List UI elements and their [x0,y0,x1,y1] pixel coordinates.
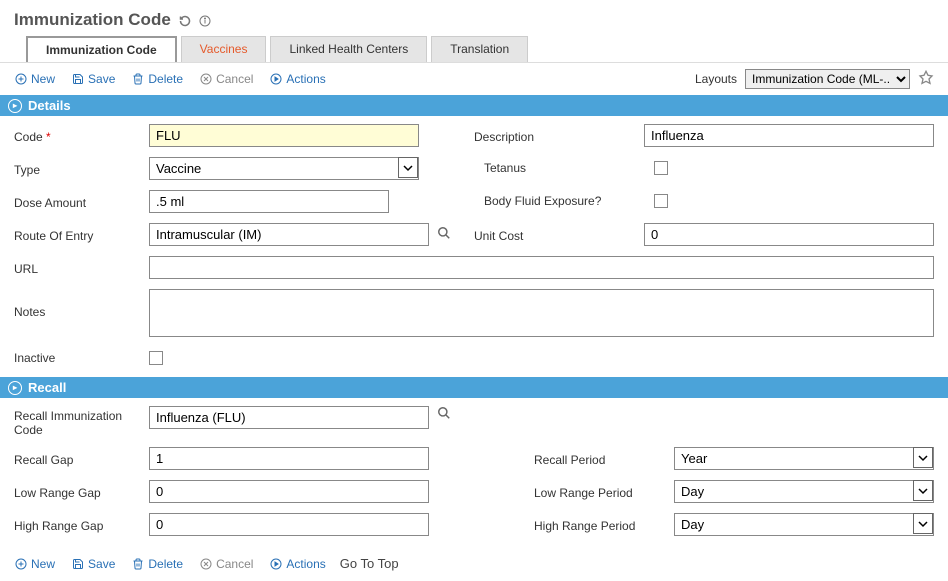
tab-linked-health-centers[interactable]: Linked Health Centers [270,36,427,62]
low-period-label: Low Range Period [534,483,674,500]
new-label: New [31,72,55,86]
trash-icon [131,557,144,570]
plus-icon [14,73,27,86]
delete-button[interactable]: Delete [131,72,183,86]
save-button[interactable]: Save [71,557,115,571]
page-title: Immunization Code [14,10,171,30]
type-select[interactable] [149,157,419,180]
collapse-icon[interactable]: ▸ [8,99,22,113]
play-circle-icon [269,73,282,86]
search-icon[interactable] [437,406,451,423]
url-input[interactable] [149,256,934,279]
new-button[interactable]: New [14,72,55,86]
high-gap-input[interactable] [149,513,429,536]
recall-gap-label: Recall Gap [14,450,149,467]
recall-title: Recall [28,380,66,395]
recall-code-label: Recall Immunization Code [14,406,149,437]
new-label: New [31,557,55,571]
save-icon [71,73,84,86]
high-period-select[interactable] [674,513,934,536]
tetanus-checkbox[interactable] [654,161,668,175]
description-label: Description [474,127,644,144]
cancel-icon [199,557,212,570]
save-icon [71,557,84,570]
delete-label: Delete [148,557,183,571]
cancel-button[interactable]: Cancel [199,72,253,86]
description-input[interactable] [644,124,934,147]
dose-amount-label: Dose Amount [14,193,149,210]
recall-code-input[interactable] [149,406,429,429]
body-fluid-checkbox[interactable] [654,194,668,208]
code-input[interactable] [149,124,419,147]
actions-button[interactable]: Actions [269,72,325,86]
save-label: Save [88,72,115,86]
high-period-label: High Range Period [534,516,674,533]
tab-translation[interactable]: Translation [431,36,528,62]
recall-section-header: ▸ Recall [0,377,948,398]
plus-icon [14,557,27,570]
high-gap-label: High Range Gap [14,516,149,533]
layouts-select[interactable]: Immunization Code (ML-... [745,69,910,89]
recall-period-select[interactable] [674,447,934,470]
tab-immunization-code[interactable]: Immunization Code [26,36,177,62]
chevron-down-icon[interactable] [913,480,933,501]
layouts-label: Layouts [695,72,737,86]
chevron-down-icon[interactable] [913,447,933,468]
details-section-header: ▸ Details [0,95,948,116]
info-icon[interactable] [199,13,211,27]
search-icon[interactable] [437,226,451,243]
cancel-label: Cancel [216,557,253,571]
low-period-select[interactable] [674,480,934,503]
delete-label: Delete [148,72,183,86]
details-title: Details [28,98,71,113]
chevron-down-icon[interactable] [398,157,418,178]
cancel-label: Cancel [216,72,253,86]
type-label: Type [14,160,149,177]
collapse-icon[interactable]: ▸ [8,381,22,395]
route-label: Route Of Entry [14,226,149,243]
dose-amount-input[interactable] [149,190,389,213]
cancel-button[interactable]: Cancel [199,557,253,571]
chevron-down-icon[interactable] [913,513,933,534]
body-fluid-label: Body Fluid Exposure? [484,191,654,208]
save-label: Save [88,557,115,571]
delete-button[interactable]: Delete [131,557,183,571]
trash-icon [131,73,144,86]
tetanus-label: Tetanus [484,158,654,175]
unit-cost-label: Unit Cost [474,226,644,243]
low-gap-input[interactable] [149,480,429,503]
tab-bar: Immunization Code Vaccines Linked Health… [0,36,948,62]
notes-textarea[interactable] [149,289,934,337]
unit-cost-input[interactable] [644,223,934,246]
go-to-top-link[interactable]: Go To Top [326,552,413,575]
save-button[interactable]: Save [71,72,115,86]
pin-icon[interactable] [918,70,934,89]
cancel-icon [199,73,212,86]
url-label: URL [14,259,149,276]
inactive-label: Inactive [14,348,149,365]
play-circle-icon [269,557,282,570]
recall-gap-input[interactable] [149,447,429,470]
actions-button[interactable]: Actions [269,557,325,571]
route-input[interactable] [149,223,429,246]
actions-label: Actions [286,72,325,86]
inactive-checkbox[interactable] [149,351,163,365]
actions-label: Actions [286,557,325,571]
tab-vaccines[interactable]: Vaccines [181,36,267,62]
low-gap-label: Low Range Gap [14,483,149,500]
recall-period-label: Recall Period [534,450,674,467]
refresh-icon[interactable] [179,13,191,27]
new-button[interactable]: New [14,557,55,571]
notes-label: Notes [14,289,149,319]
code-label: Code [14,127,149,144]
